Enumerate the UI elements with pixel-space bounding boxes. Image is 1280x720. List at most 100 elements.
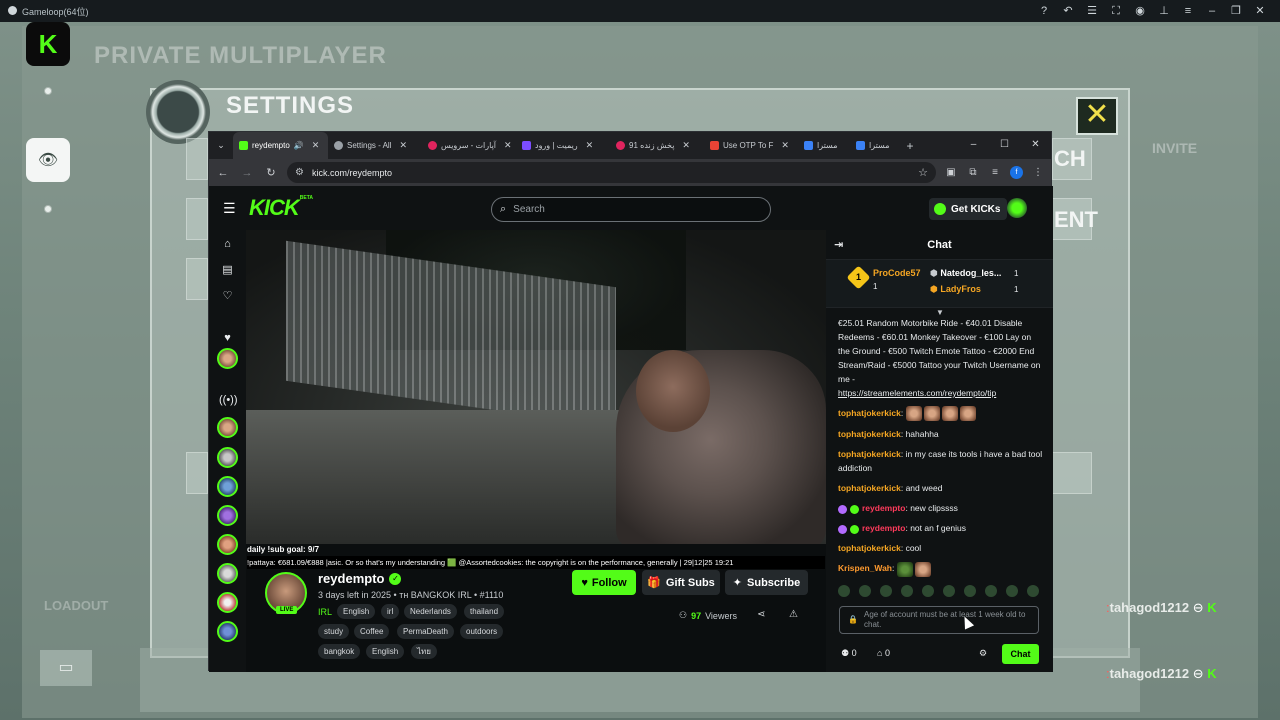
kebab-menu-icon[interactable]: ⋮ [1031,167,1045,178]
browse-icon[interactable]: ▤ [219,262,236,279]
report-warning-icon[interactable]: ⚠ [789,609,798,620]
stream-tag[interactable]: English [337,604,376,619]
stream-tag[interactable]: outdoors [460,624,504,639]
category-link[interactable]: IRL [318,607,332,617]
emote-icon[interactable] [964,585,976,597]
following-heart-icon[interactable]: ♡ [219,288,236,305]
extension-icon[interactable]: ▣ [944,167,958,178]
chat-username[interactable]: tophatjokerkick [838,449,901,459]
recommended-channel-avatar[interactable] [217,476,238,497]
gifter-name[interactable]: ⬢ LadyFros [930,284,981,295]
settings-menu-item[interactable] [186,198,208,240]
tab-settings[interactable]: Settings - All ✕ [328,132,422,159]
chat-settings-gear-icon[interactable]: ⚙ [979,648,987,659]
tab-gmail-otp[interactable]: Use OTP To F ✕ [704,132,798,159]
restore-icon[interactable]: ❐ [1224,0,1248,22]
tip-link[interactable]: https://streamelements.com/reydempto/tip [838,388,996,398]
hamburger-icon[interactable]: ≡ [1176,0,1200,22]
gifter-name[interactable]: ProCode57 [873,268,921,278]
gift-subs-button[interactable]: 🎁 Gift Subs [642,570,720,595]
chat-username[interactable]: Krispen_Wah [838,563,892,573]
eye-icon[interactable]: 👁 [26,138,70,182]
recommended-channel-avatar[interactable] [217,505,238,526]
tab-mastra-2[interactable]: مسترا [850,132,900,159]
menu-grid-icon[interactable]: ☰ [1080,0,1104,22]
emote-icon[interactable] [859,585,871,597]
tab-close-icon[interactable]: ✕ [504,140,512,151]
reload-icon[interactable]: ↻ [263,166,279,179]
subscribe-button[interactable]: ✦ Subscribe [725,570,808,595]
video-player[interactable] [246,230,826,544]
emote-icon[interactable] [943,585,955,597]
recommended-channel-avatar[interactable] [217,621,238,642]
new-tab-button[interactable]: + [900,139,920,153]
stream-tag[interactable]: PermaDeath [397,624,454,639]
chat-username[interactable]: tophatjokerkick [838,543,901,553]
store-indicator[interactable]: ⌂ 0 [877,648,890,658]
tab-close-icon[interactable]: ✕ [399,140,407,151]
chat-username[interactable]: tophatjokerkick [838,429,901,439]
emote-icon[interactable] [1006,585,1018,597]
chat-username[interactable]: tophatjokerkick [838,483,901,493]
tab-close-icon[interactable]: ✕ [781,140,789,151]
user-avatar[interactable] [1007,198,1027,218]
stream-tag[interactable]: ไทย [411,644,437,659]
send-chat-button[interactable]: Chat [1002,644,1039,664]
kick-logo[interactable]: KICKBETA [249,195,313,221]
recommended-channel-avatar[interactable] [217,563,238,584]
stream-tag[interactable]: irl [381,604,400,619]
emote-icon[interactable] [880,585,892,597]
close-icon[interactable]: ✕ [1248,0,1272,22]
profile-avatar[interactable]: f [1010,166,1023,179]
close-icon[interactable]: ✕ [1020,132,1051,159]
back-arrow-icon[interactable]: ← [215,167,231,179]
puzzle-icon[interactable]: ⧉ [966,167,980,178]
settings-menu-item[interactable] [1052,452,1092,494]
tab-close-icon[interactable]: ✕ [682,140,690,151]
recommended-channel-avatar[interactable] [217,417,238,438]
pin-icon[interactable]: ⊥ [1152,0,1176,22]
stream-tag[interactable]: bangkok [318,644,361,659]
emote-icon[interactable] [985,585,997,597]
gifter-name[interactable]: ⬢ Natedog_les... [930,268,1001,279]
chat-input[interactable]: 🔒 Age of account must be at least 1 week… [839,606,1039,634]
tab-remit[interactable]: ریمیت | ورود ✕ [516,132,610,159]
site-info-icon[interactable]: ⚙ [295,167,304,178]
url-input[interactable]: ⚙ kick.com/reydempto ☆ [287,162,936,183]
kick-app-icon[interactable]: K [26,22,70,66]
chat-username[interactable]: reydempto [862,523,905,533]
emote-icon[interactable] [838,585,850,597]
stream-tag[interactable]: Nederlands [404,604,457,619]
get-kicks-button[interactable]: Get KICKs [929,198,1008,220]
recommended-channel-avatar[interactable] [217,592,238,613]
game-close-button[interactable]: ✕ [1076,97,1118,135]
fullscreen-icon[interactable]: ⛶ [1104,0,1128,22]
settings-menu-item[interactable] [186,138,208,180]
chat-username[interactable]: reydempto [862,503,905,513]
share-icon[interactable]: ⋖ [757,609,765,620]
tab-search-icon[interactable]: ⌄ [209,140,233,151]
maximize-icon[interactable]: ☐ [989,132,1020,159]
follow-button[interactable]: ♥ Follow [572,570,636,595]
search-input[interactable]: ⌕ Search [491,197,771,222]
tab-reydempto[interactable]: reydempto 🔊 ✕ [233,132,328,159]
recommended-channel-avatar[interactable] [217,447,238,468]
stream-tag[interactable]: Coffee [354,624,390,639]
minimize-icon[interactable]: – [1200,0,1224,22]
bookmark-star-icon[interactable]: ☆ [918,166,928,179]
minimize-icon[interactable]: – [958,132,989,159]
settings-menu-item[interactable] [186,258,208,300]
speaker-icon[interactable]: 🔊 [294,141,304,150]
media-control-icon[interactable]: ≡ [988,167,1002,178]
chat-username[interactable]: tophatjokerkick [838,408,901,418]
settings-menu-item[interactable] [186,452,208,494]
emote-icon[interactable] [1027,585,1039,597]
tab-aparat[interactable]: آپارات - سرویس ✕ [422,132,516,159]
stream-tag[interactable]: study [318,624,350,639]
help-icon[interactable]: ? [1032,0,1056,22]
tab-mastra-1[interactable]: مسترا [798,132,850,159]
hamburger-menu-icon[interactable]: ☰ [223,200,236,217]
tab-close-icon[interactable]: ✕ [312,140,320,151]
stream-tag[interactable]: English [366,644,405,659]
user-icon[interactable]: ◉ [1128,0,1152,22]
